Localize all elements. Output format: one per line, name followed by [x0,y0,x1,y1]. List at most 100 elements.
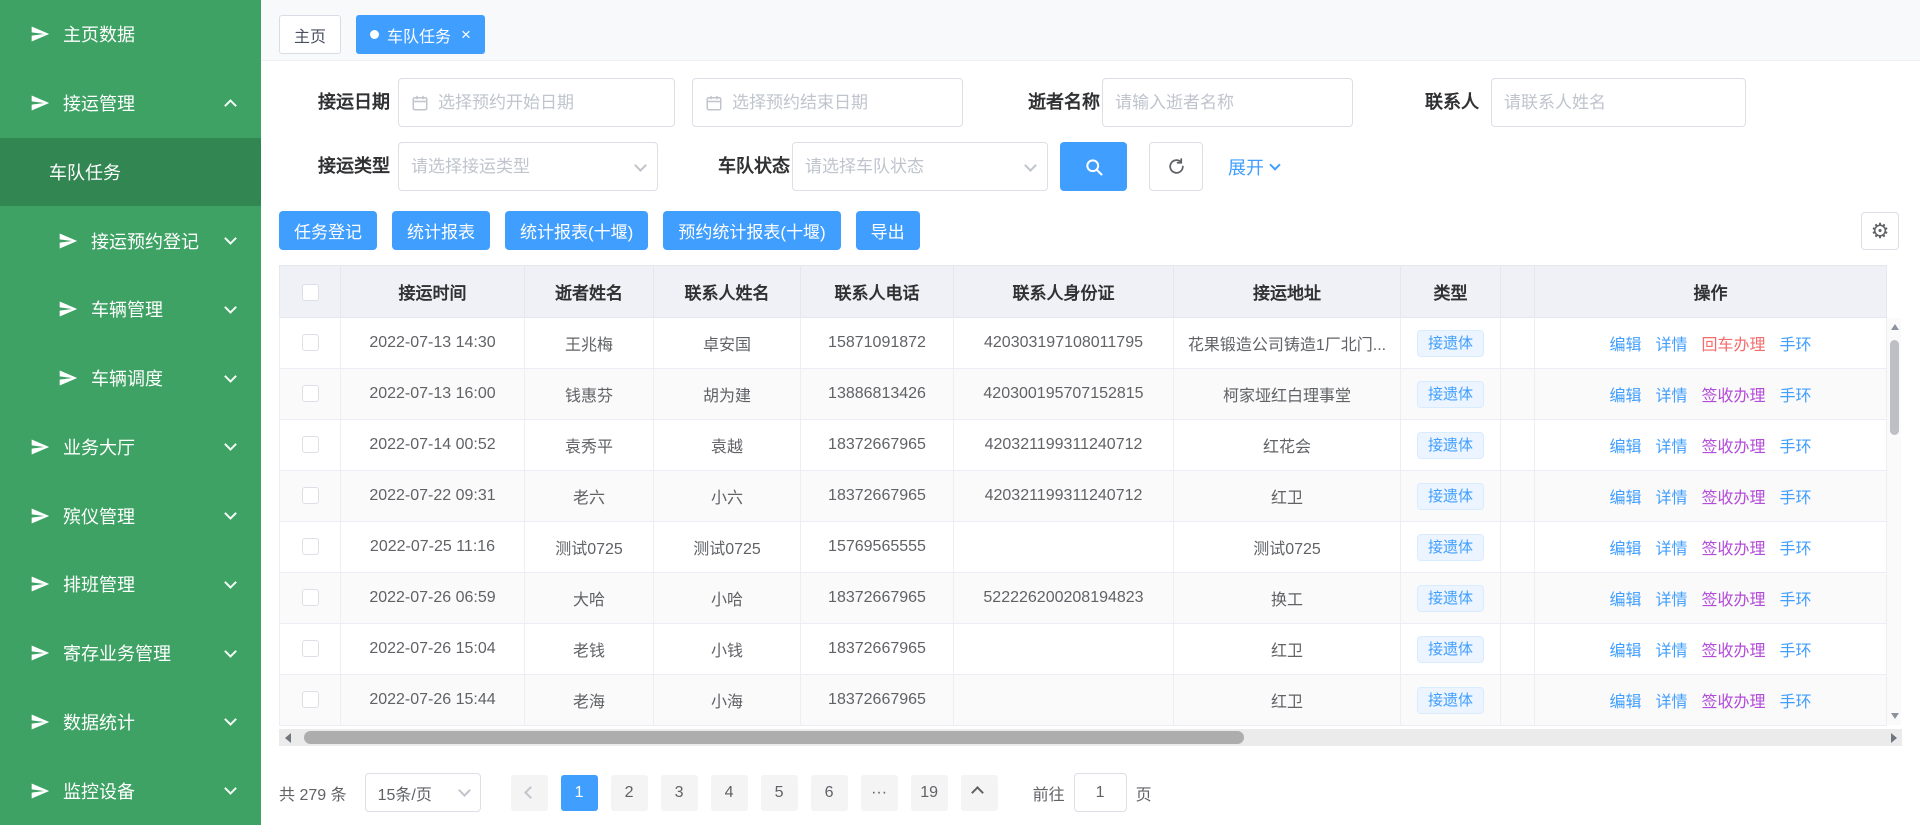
detail-link[interactable]: 详情 [1655,643,1687,660]
row-checkbox[interactable] [302,691,319,708]
row-checkbox[interactable] [302,385,319,402]
edit-link[interactable]: 编辑 [1609,337,1641,354]
page-button-6[interactable]: 6 [811,775,848,811]
sidebar-item-home-data[interactable]: 主页数据 [0,0,261,69]
export-button[interactable]: 导出 [856,211,920,250]
sidebar-item-monitoring-devices[interactable]: 监控设备 [0,756,261,825]
scroll-down-icon[interactable] [1891,713,1899,719]
horizontal-scrollbar[interactable] [279,729,1902,746]
sidebar-item-data-statistics[interactable]: 数据统计 [0,688,261,757]
vertical-scrollbar[interactable] [1886,318,1901,725]
page-button-5[interactable]: 5 [761,775,798,811]
detail-link[interactable]: 详情 [1655,694,1687,711]
deceased-name-input[interactable] [1102,78,1353,127]
edit-link[interactable]: 编辑 [1609,592,1641,609]
contact-field[interactable] [1504,93,1733,113]
process-link[interactable]: 签收办理 [1702,643,1766,660]
detail-link[interactable]: 详情 [1655,592,1687,609]
fleet-status-field[interactable] [805,157,1017,177]
expand-toggle[interactable]: 展开 [1228,142,1279,191]
edit-link[interactable]: 编辑 [1609,694,1641,711]
band-link[interactable]: 手环 [1780,337,1812,354]
deceased-name-field[interactable] [1115,93,1340,113]
row-checkbox[interactable] [302,589,319,606]
process-link[interactable]: 签收办理 [1702,694,1766,711]
task-register-button[interactable]: 任务登记 [279,211,377,250]
sidebar-item-funeral-management[interactable]: 殡仪管理 [0,481,261,550]
band-link[interactable]: 手环 [1780,490,1812,507]
sidebar-item-vehicle-dispatch[interactable]: 车辆调度 [0,344,261,413]
transport-type-select[interactable] [398,142,658,191]
row-checkbox[interactable] [302,334,319,351]
page-button-1[interactable]: 1 [561,775,598,811]
page-size-select[interactable]: 15条/页 [365,773,481,812]
page-button-3[interactable]: 3 [661,775,698,811]
goto-page-input[interactable] [1074,773,1127,812]
more-pages-button[interactable]: ··· [861,775,898,811]
tab-fleet-tasks[interactable]: 车队任务 × [356,15,485,54]
process-link[interactable]: 签收办理 [1702,541,1766,558]
process-link[interactable]: 签收办理 [1702,388,1766,405]
edit-link[interactable]: 编辑 [1609,490,1641,507]
transport-type-field[interactable] [411,157,627,177]
band-link[interactable]: 手环 [1780,541,1812,558]
tab-home[interactable]: 主页 [279,15,341,54]
table-settings-button[interactable]: ⚙ [1861,212,1899,250]
date-end-input[interactable] [692,78,963,127]
date-start-input[interactable] [398,78,675,127]
edit-link[interactable]: 编辑 [1609,388,1641,405]
page-button-19[interactable]: 19 [911,775,948,811]
detail-link[interactable]: 详情 [1655,337,1687,354]
stats-report-shiyan-button[interactable]: 统计报表(十堰) [505,211,648,250]
page-button-4[interactable]: 4 [711,775,748,811]
sidebar-item-storage-management[interactable]: 寄存业务管理 [0,619,261,688]
stats-report-button[interactable]: 统计报表 [392,211,490,250]
scroll-left-icon[interactable] [279,729,296,746]
sidebar-item-business-hall[interactable]: 业务大厅 [0,413,261,482]
refresh-button[interactable] [1149,142,1203,191]
band-link[interactable]: 手环 [1780,643,1812,660]
prev-page-button[interactable] [511,775,548,811]
vertical-scroll-thumb[interactable] [1890,340,1899,435]
edit-link[interactable]: 编辑 [1609,541,1641,558]
detail-link[interactable]: 详情 [1655,490,1687,507]
band-link[interactable]: 手环 [1780,439,1812,456]
sidebar: 主页数据 接运管理 车队任务 接运预约登记 车辆管理 车辆调度 业务大厅 殡仪管… [0,0,261,825]
sidebar-item-scheduling-management[interactable]: 排班管理 [0,550,261,619]
contact-input[interactable] [1491,78,1746,127]
sidebar-item-transport-management[interactable]: 接运管理 [0,69,261,138]
select-all-checkbox[interactable] [302,284,319,301]
horizontal-scroll-thumb[interactable] [304,731,1244,744]
date-end-field[interactable] [732,93,950,113]
search-button[interactable] [1060,142,1127,191]
process-link[interactable]: 签收办理 [1702,490,1766,507]
band-link[interactable]: 手环 [1780,694,1812,711]
date-start-field[interactable] [438,93,662,113]
page-button-2[interactable]: 2 [611,775,648,811]
type-tag: 接遗体 [1417,636,1484,663]
detail-link[interactable]: 详情 [1655,541,1687,558]
process-link[interactable]: 回车办理 [1702,337,1766,354]
band-link[interactable]: 手环 [1780,592,1812,609]
reservation-stats-report-shiyan-button[interactable]: 预约统计报表(十堰) [663,211,840,250]
sidebar-item-fleet-tasks[interactable]: 车队任务 [0,138,261,207]
scroll-right-icon[interactable] [1885,729,1902,746]
row-checkbox[interactable] [302,436,319,453]
row-checkbox[interactable] [302,640,319,657]
fleet-status-select[interactable] [792,142,1048,191]
row-checkbox[interactable] [302,538,319,555]
next-page-button[interactable] [961,775,998,811]
detail-link[interactable]: 详情 [1655,439,1687,456]
close-icon[interactable]: × [461,26,471,43]
scroll-up-icon[interactable] [1891,324,1899,330]
detail-link[interactable]: 详情 [1655,388,1687,405]
row-checkbox[interactable] [302,487,319,504]
process-link[interactable]: 签收办理 [1702,439,1766,456]
sidebar-item-vehicle-management[interactable]: 车辆管理 [0,275,261,344]
edit-link[interactable]: 编辑 [1609,439,1641,456]
edit-link[interactable]: 编辑 [1609,643,1641,660]
sidebar-item-reservation-registration[interactable]: 接运预约登记 [0,206,261,275]
band-link[interactable]: 手环 [1780,388,1812,405]
process-link[interactable]: 签收办理 [1702,592,1766,609]
cell-contact: 卓安国 [654,318,801,369]
